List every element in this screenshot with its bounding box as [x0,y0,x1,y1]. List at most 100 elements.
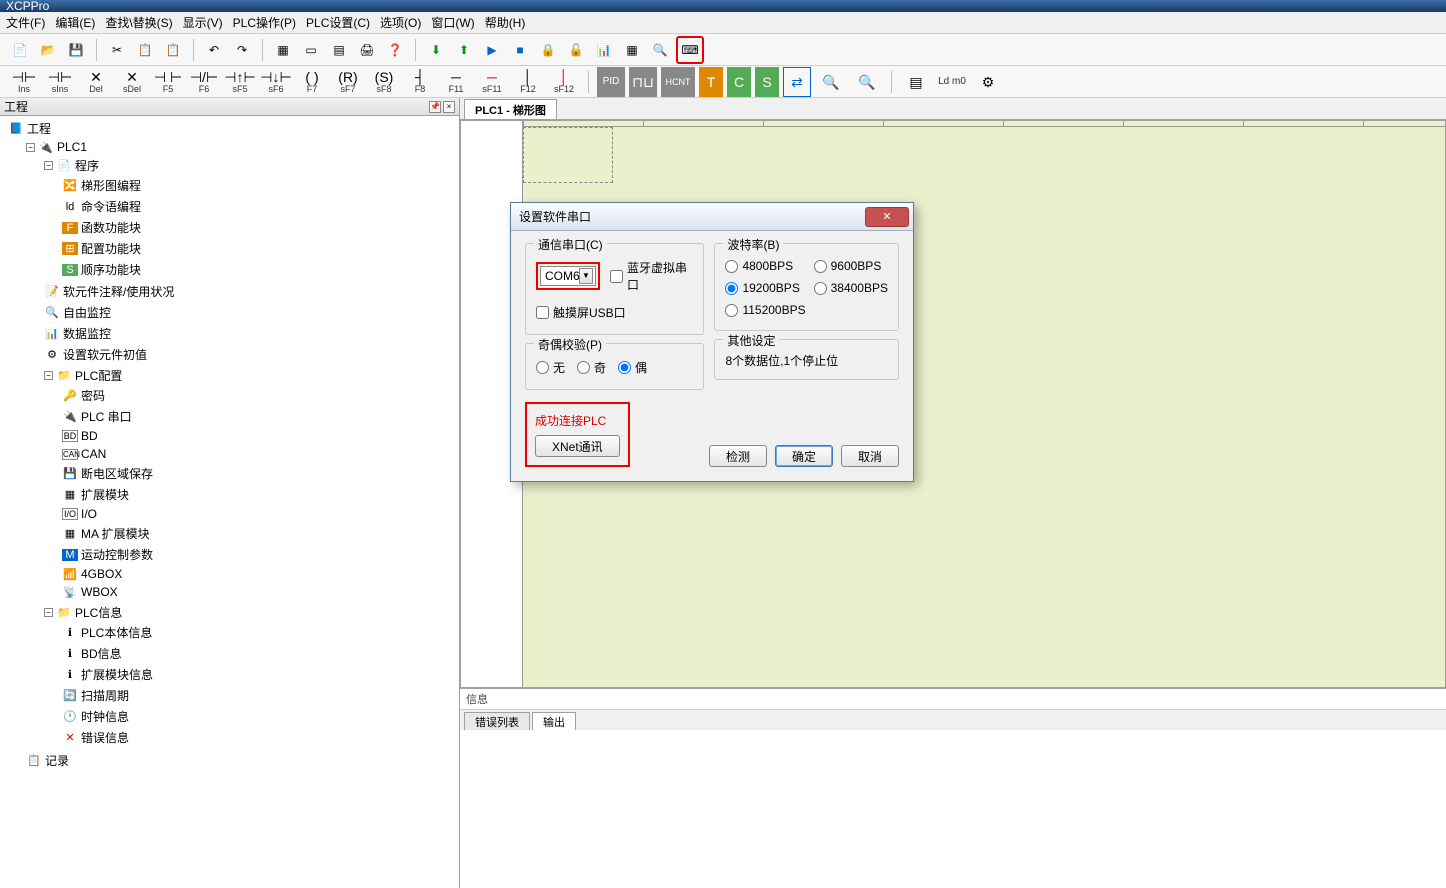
tree-serial[interactable]: 🔌PLC 串口 [60,407,457,426]
ok-button[interactable]: 确定 [775,445,833,467]
box-icon[interactable]: ▭ [299,38,323,62]
pulse-btn[interactable]: ⊓⊔ [629,67,657,97]
chevron-down-icon[interactable]: ▼ [579,268,593,284]
tree-record[interactable]: 📋记录 [24,751,457,770]
tree-clock[interactable]: 🕐时钟信息 [60,707,457,726]
upload-icon[interactable]: ⬆ [452,38,476,62]
tree-poweroff[interactable]: 💾断电区域保存 [60,464,457,483]
paste-icon[interactable]: 📋 [161,38,185,62]
baud-9600[interactable]: 9600BPS [814,259,888,273]
t-btn[interactable]: T [699,67,723,97]
tree-ladder[interactable]: 🔀梯形图编程 [60,176,457,195]
grid-icon[interactable]: ▦ [271,38,295,62]
ins-btn[interactable]: ⊣⊢Ins [8,67,40,97]
unlock-icon[interactable]: 🔓 [564,38,588,62]
tree-ma-ext[interactable]: ▦MA 扩展模块 [60,524,457,543]
tree-ext-info[interactable]: ℹ扩展模块信息 [60,665,457,684]
download-icon[interactable]: ⬇ [424,38,448,62]
parity-even[interactable]: 偶 [618,359,647,376]
pid-btn[interactable]: PID [597,67,625,97]
copy-icon[interactable]: 📋 [133,38,157,62]
f11-btn[interactable]: ─F11 [440,67,472,97]
zoom-out-btn[interactable]: 🔍 [851,67,883,97]
comm-settings-icon[interactable]: ⌨ [676,36,704,64]
cut-icon[interactable]: ✂ [105,38,129,62]
menu-view[interactable]: 显示(V) [183,14,223,31]
lock-icon[interactable]: 🔒 [536,38,560,62]
tree-plc1[interactable]: −🔌PLC1 [24,139,457,155]
tree-motion[interactable]: M运动控制参数 [60,545,457,564]
baud-4800[interactable]: 4800BPS [725,259,805,273]
tree-password[interactable]: 🔑密码 [60,386,457,405]
parity-odd[interactable]: 奇 [577,359,606,376]
usb-checkbox[interactable]: 触摸屏USB口 [536,304,693,321]
stop-icon[interactable]: ■ [508,38,532,62]
menu-plc-op[interactable]: PLC操作(P) [233,14,296,31]
f5-btn[interactable]: ⊣ ⊢F5 [152,67,184,97]
com-port-combo[interactable]: COM6 ▼ [540,266,596,286]
ruler-btn[interactable]: ▤ [900,67,932,97]
tree-freemon[interactable]: 🔍自由监控 [42,303,457,322]
sf12-btn[interactable]: │sF12 [548,67,580,97]
s-btn[interactable]: S [755,67,779,97]
parity-none[interactable]: 无 [536,359,565,376]
tree-cmd[interactable]: ld命令语编程 [60,197,457,216]
tab-plc1-ladder[interactable]: PLC1 - 梯形图 [464,99,557,119]
tree-root[interactable]: 📘工程 [6,119,457,138]
new-icon[interactable]: 📄 [8,38,32,62]
f8-btn[interactable]: ┤F8 [404,67,436,97]
tree-comment[interactable]: 📝软元件注释/使用状况 [42,282,457,301]
sf5-btn[interactable]: ⊣↑⊢sF5 [224,67,256,97]
baud-115200[interactable]: 115200BPS [725,303,805,317]
menu-options[interactable]: 选项(O) [380,14,421,31]
xnet-button[interactable]: XNet通讯 [535,435,620,457]
close-button[interactable]: ✕ [865,207,909,227]
f6-btn[interactable]: ⊣/⊢F6 [188,67,220,97]
tree-4gbox[interactable]: 📶4GBOX [60,566,457,582]
menu-window[interactable]: 窗口(W) [431,14,474,31]
baud-38400[interactable]: 38400BPS [814,281,888,295]
help-icon[interactable]: ❓ [383,38,407,62]
tree-bd-info[interactable]: ℹBD信息 [60,644,457,663]
pin-icon[interactable]: 📌 [429,101,441,113]
tree-init[interactable]: ⚙设置软元件初值 [42,345,457,364]
sf11-btn[interactable]: ─sF11 [476,67,508,97]
tree-config-block[interactable]: ⊞配置功能块 [60,239,457,258]
menu-file[interactable]: 文件(F) [6,14,45,31]
sf7-btn[interactable]: (R)sF7 [332,67,364,97]
ldm0-btn[interactable]: Ld m0 [936,67,968,97]
grid2-icon[interactable]: ▤ [327,38,351,62]
baud-19200[interactable]: 19200BPS [725,281,805,295]
redo-icon[interactable]: ↷ [230,38,254,62]
zoom-in-btn[interactable]: 🔍 [815,67,847,97]
detect-button[interactable]: 检测 [709,445,767,467]
gear-btn[interactable]: ⚙ [972,67,1004,97]
link-btn[interactable]: ⇄ [783,67,811,97]
chart-icon[interactable]: 📊 [592,38,616,62]
tree-program[interactable]: −📄程序 [42,156,457,175]
tab-output[interactable]: 输出 [532,712,576,730]
tree-io[interactable]: I/OI/O [60,506,457,522]
sf8-btn[interactable]: (S)sF8 [368,67,400,97]
menu-help[interactable]: 帮助(H) [485,14,526,31]
undo-icon[interactable]: ↶ [202,38,226,62]
cancel-button[interactable]: 取消 [841,445,899,467]
close-icon[interactable]: × [443,101,455,113]
save-icon[interactable]: 💾 [64,38,88,62]
tab-errors[interactable]: 错误列表 [464,712,530,730]
f12-btn[interactable]: │F12 [512,67,544,97]
tree-plc-info[interactable]: −📁PLC信息 [42,603,457,622]
menu-find[interactable]: 查找\替换(S) [105,14,172,31]
tree-error[interactable]: ✕错误信息 [60,728,457,747]
f7-btn[interactable]: ( )F7 [296,67,328,97]
tree-plc-body[interactable]: ℹPLC本体信息 [60,623,457,642]
del-btn[interactable]: ✕Del [80,67,112,97]
tree-bd[interactable]: BDBD [60,428,457,444]
dialog-titlebar[interactable]: 设置软件串口 ✕ [511,203,913,231]
c-btn[interactable]: C [727,67,751,97]
table-icon[interactable]: ▦ [620,38,644,62]
zoom-icon[interactable]: 🔍 [648,38,672,62]
tree-can[interactable]: CANCAN [60,446,457,462]
run-icon[interactable]: ▶ [480,38,504,62]
hcnt-btn[interactable]: HCNT [661,67,695,97]
